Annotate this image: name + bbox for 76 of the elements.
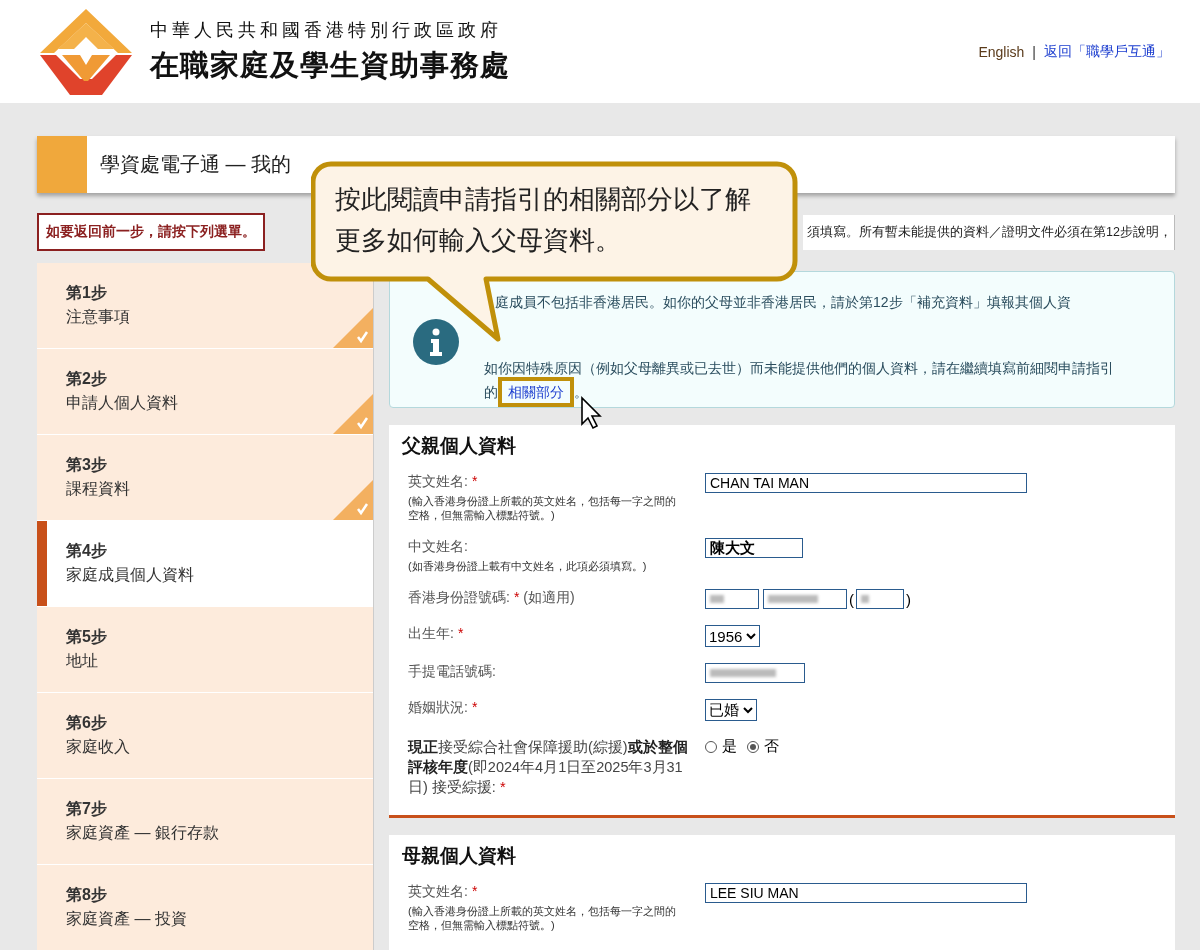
step-item[interactable]: 第5步 地址 [37, 607, 373, 692]
agency-name: 在職家庭及學生資助事務處 [150, 47, 511, 83]
caret-icon [746, 632, 757, 640]
blurred-value [710, 669, 776, 677]
step-number: 第7步 [66, 799, 108, 819]
input-field[interactable]: CHAN TAI MAN [705, 473, 1027, 493]
step-name: 家庭資產 — 銀行存款 [66, 823, 220, 843]
field-label: 婚姻狀況: [408, 699, 468, 715]
step-name: 注意事項 [66, 307, 131, 327]
input-field[interactable] [856, 589, 904, 609]
caret-icon [743, 706, 753, 714]
step-number: 第6步 [66, 713, 108, 733]
required-mark: * [471, 883, 478, 899]
input-field[interactable] [705, 663, 805, 683]
field-label: 香港身份證號碼: [408, 589, 510, 605]
blurred-value [861, 595, 869, 603]
return-link[interactable]: 返回「職學戶互通」 [1044, 42, 1170, 61]
step-number: 第3步 [66, 455, 108, 475]
step-name: 地址 [66, 651, 99, 671]
bracket: ( [849, 590, 854, 608]
step-number: 第4步 [66, 541, 108, 561]
section-heading: 母親個人資料 [402, 844, 517, 868]
step-name: 課程資料 [66, 479, 131, 499]
instruction-text: 須填寫。所有暫未能提供的資料／證明文件必須在第12步說明， [803, 214, 1175, 250]
input-field[interactable]: 陳大文 [705, 538, 803, 558]
input-field[interactable]: LEE SIU MAN [705, 883, 1027, 903]
field-label: 英文姓名: [408, 473, 468, 489]
field-note: (如適用) [522, 589, 575, 605]
input-field[interactable] [705, 589, 759, 609]
required-mark: * [457, 625, 464, 641]
field-label: 現正接受綜合社會保障援助(綜援)或於整個評核年度(即2024年4月1日至2025年3月31日) 接受綜援: * [408, 739, 688, 795]
blurred-value [710, 595, 724, 603]
info-text: 庭成員不包括非香港居民。如你的父母並非香港居民，請於第12步「補充資料」填報其個人資 [494, 293, 1072, 312]
section-heading: 父親個人資料 [402, 434, 517, 458]
step-item[interactable]: 第2步 申請人個人資料 [37, 349, 373, 434]
step-name: 家庭資產 — 投資 [66, 909, 188, 929]
step-number: 第1步 [66, 283, 108, 303]
step-name: 申請人個人資料 [66, 393, 179, 413]
back-notice: 如要返回前一步，請按下列選單。 [37, 213, 265, 251]
dropdown[interactable]: 1956 [705, 625, 761, 647]
input-field[interactable] [763, 589, 847, 609]
step-item[interactable]: 第6步 家庭收入 [37, 693, 373, 778]
field-hint: (輸入香港身份證上所載的英文姓名，包括每一字之間的空格，但無需輸入標點符號。) [408, 494, 677, 522]
bracket: ) [906, 590, 911, 608]
step-item[interactable]: 第8步 家庭資產 — 投資 [37, 865, 373, 950]
title-accent [37, 136, 87, 193]
step-name: 家庭收入 [66, 737, 131, 757]
radio-option[interactable]: 是 [705, 737, 737, 756]
field-hint: (如香港身份證上載有中文姓名，此項必須填寫。) [408, 559, 648, 573]
field-label: 手提電話號碼: [408, 663, 496, 679]
separator: | [1032, 43, 1036, 60]
required-mark: * [471, 473, 478, 489]
step-number: 第8步 [66, 885, 108, 905]
required-mark: * [471, 699, 478, 715]
language-link[interactable]: English [978, 43, 1025, 60]
info-icon [413, 319, 459, 365]
required-mark: * [513, 589, 520, 605]
logo-icon [40, 8, 132, 95]
field-label: 英文姓名: [408, 883, 468, 899]
blurred-value [768, 595, 818, 603]
step-item[interactable]: 第3步 課程資料 [37, 435, 373, 520]
field-label: 中文姓名: [408, 538, 468, 554]
info-text: 如你因特殊原因（例如父母離異或已去世）而未能提供他們的個人資料，請在繼續填寫前細閱申請指引的 相關部分 。 [484, 356, 1124, 404]
page-title: 學資處電子通 — 我的 [100, 152, 292, 177]
step-item[interactable]: 第1步 注意事項 [37, 263, 373, 348]
field-label: 出生年: [408, 625, 454, 641]
radio-option[interactable]: 否 [747, 737, 779, 756]
government-name: 中華人民共和國香港特別行政區政府 [150, 18, 503, 42]
field-hint: (輸入香港身份證上所載的英文姓名，包括每一字之間的空格，但無需輸入標點符號。) [408, 904, 677, 932]
dropdown[interactable]: 已婚 [705, 699, 757, 721]
step-number: 第5步 [66, 627, 108, 647]
step-name: 家庭成員個人資料 [66, 565, 195, 585]
callout-text: 按此閱讀申請指引的相關部分以了解更多如何輸入父母資料。 [335, 183, 752, 257]
guide-link[interactable]: 相關部分 [498, 377, 574, 407]
step-number: 第2步 [66, 369, 108, 389]
step-item[interactable]: 第7步 家庭資產 — 銀行存款 [37, 779, 373, 864]
